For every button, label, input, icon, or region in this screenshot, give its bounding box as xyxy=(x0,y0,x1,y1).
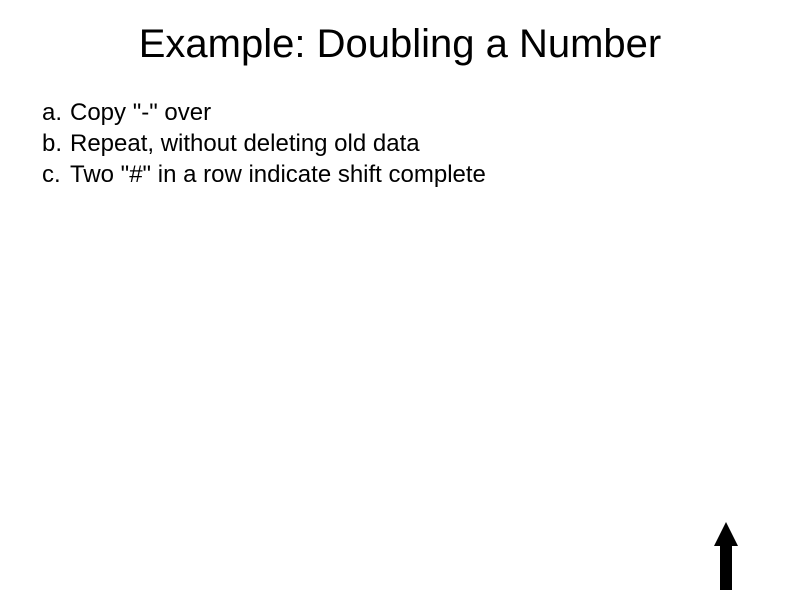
list-prefix: c. xyxy=(42,159,70,190)
list-prefix: b. xyxy=(42,128,70,159)
arrow-shaft xyxy=(720,546,732,590)
up-arrow-icon xyxy=(714,522,738,590)
list-text: Two "#" in a row indicate shift complete xyxy=(70,159,486,190)
slide-title: Example: Doubling a Number xyxy=(0,0,800,97)
list-text: Repeat, without deleting old data xyxy=(70,128,420,159)
list-item: b. Repeat, without deleting old data xyxy=(42,128,758,159)
slide-content: a. Copy "-" over b. Repeat, without dele… xyxy=(0,97,800,191)
list-item: c. Two "#" in a row indicate shift compl… xyxy=(42,159,758,190)
slide: Example: Doubling a Number a. Copy "-" o… xyxy=(0,0,800,600)
list-text: Copy "-" over xyxy=(70,97,211,128)
arrow-head xyxy=(714,522,738,546)
list-item: a. Copy "-" over xyxy=(42,97,758,128)
list-prefix: a. xyxy=(42,97,70,128)
